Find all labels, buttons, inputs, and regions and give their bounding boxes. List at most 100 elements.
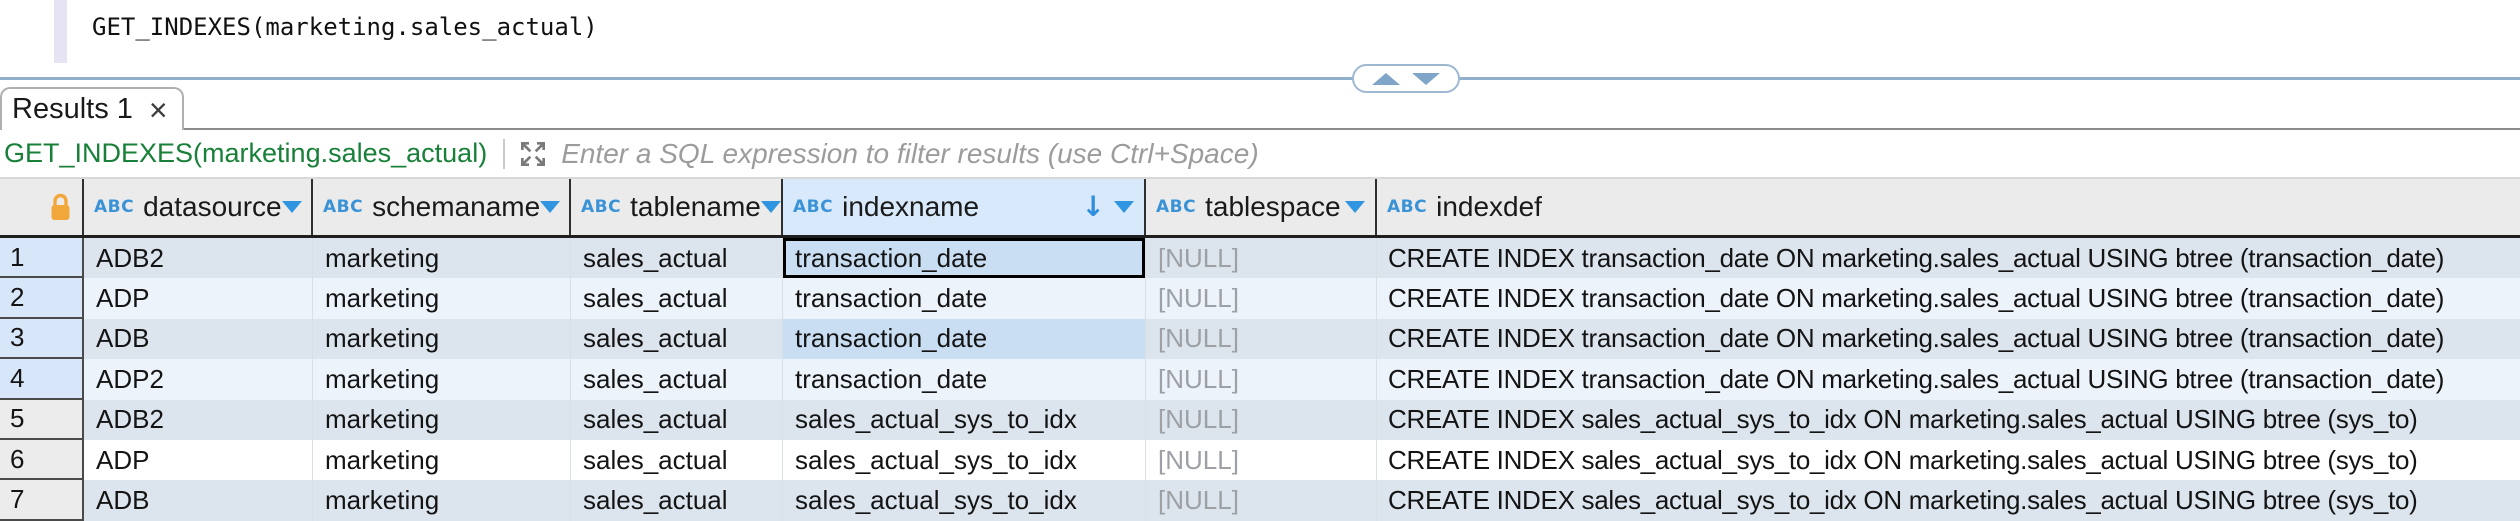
collapse-up-icon[interactable] xyxy=(1372,73,1400,85)
column-label: datasource xyxy=(143,191,282,223)
string-type-icon: ABC xyxy=(323,197,363,217)
cell-indexdef[interactable]: CREATE INDEX sales_actual_sys_to_idx ON … xyxy=(1377,480,2520,520)
table-row[interactable]: 3ADBmarketingsales_actualtransaction_dat… xyxy=(0,319,2520,359)
cell-tablespace[interactable]: [NULL] xyxy=(1146,278,1377,318)
column-header-indexdef[interactable]: ABC indexdef xyxy=(1377,179,2520,235)
row-number-cell[interactable]: 3 xyxy=(0,319,84,359)
cell-datasource[interactable]: ADB2 xyxy=(84,238,313,278)
column-filter-arrow-icon[interactable] xyxy=(540,201,560,213)
cell-indexname[interactable]: sales_actual_sys_to_idx xyxy=(783,480,1146,520)
cell-schemaname[interactable]: marketing xyxy=(313,319,571,359)
string-type-icon: ABC xyxy=(1156,197,1196,217)
cell-indexname[interactable]: transaction_date xyxy=(783,278,1146,318)
cell-schemaname[interactable]: marketing xyxy=(313,359,571,399)
cell-tablename[interactable]: sales_actual xyxy=(571,400,783,440)
executed-query-label[interactable]: GET_INDEXES(marketing.sales_actual) xyxy=(4,138,487,169)
sash-collapse-handle[interactable] xyxy=(1352,64,1460,93)
cell-datasource[interactable]: ADP xyxy=(84,440,313,480)
sql-query-text[interactable]: GET_INDEXES(marketing.sales_actual) xyxy=(92,13,598,41)
column-label: indexname xyxy=(842,191,979,223)
cell-tablename[interactable]: sales_actual xyxy=(571,319,783,359)
collapse-down-icon[interactable] xyxy=(1412,73,1440,85)
cell-tablename[interactable]: sales_actual xyxy=(571,278,783,318)
results-grid: 1ADB2marketingsales_actualtransaction_da… xyxy=(0,238,2520,521)
row-number-cell[interactable]: 1 xyxy=(0,238,84,278)
cell-tablename[interactable]: sales_actual xyxy=(571,238,783,278)
column-header-tablename[interactable]: ABC tablename xyxy=(571,179,783,235)
table-row[interactable]: 2ADPmarketingsales_actualtransaction_dat… xyxy=(0,278,2520,318)
cell-schemaname[interactable]: marketing xyxy=(313,278,571,318)
sort-descending-icon[interactable]: ↓ xyxy=(1082,193,1105,221)
cell-tablespace[interactable]: [NULL] xyxy=(1146,440,1377,480)
cell-tablename[interactable]: sales_actual xyxy=(571,480,783,520)
cell-indexdef[interactable]: CREATE INDEX transaction_date ON marketi… xyxy=(1377,238,2520,278)
column-label: schemaname xyxy=(372,191,540,223)
cell-tablespace[interactable]: [NULL] xyxy=(1146,480,1377,520)
cell-indexdef[interactable]: CREATE INDEX transaction_date ON marketi… xyxy=(1377,359,2520,399)
expand-filter-icon[interactable] xyxy=(517,138,549,170)
cell-datasource[interactable]: ADB xyxy=(84,319,313,359)
row-number-cell[interactable]: 2 xyxy=(0,278,84,318)
table-row[interactable]: 1ADB2marketingsales_actualtransaction_da… xyxy=(0,238,2520,278)
cell-indexname[interactable]: sales_actual_sys_to_idx xyxy=(783,400,1146,440)
string-type-icon: ABC xyxy=(1387,197,1427,217)
result-filter-bar: GET_INDEXES(marketing.sales_actual) Ente… xyxy=(0,130,2520,179)
readonly-lock-icon xyxy=(49,193,72,222)
filter-expression-input[interactable]: Enter a SQL expression to filter results… xyxy=(561,138,1258,170)
cell-indexname[interactable]: transaction_date xyxy=(783,319,1146,359)
cell-indexdef[interactable]: CREATE INDEX transaction_date ON marketi… xyxy=(1377,278,2520,318)
row-number-cell[interactable]: 6 xyxy=(0,440,84,480)
column-header-schemaname[interactable]: ABC schemaname xyxy=(313,179,571,235)
sql-editor[interactable]: GET_INDEXES(marketing.sales_actual) xyxy=(0,0,2520,77)
cell-tablespace[interactable]: [NULL] xyxy=(1146,359,1377,399)
table-row[interactable]: 6ADPmarketingsales_actualsales_actual_sy… xyxy=(0,440,2520,480)
tab-results-1[interactable]: Results 1 × xyxy=(0,87,184,130)
column-header-indexname[interactable]: ABC indexname ↓ xyxy=(783,179,1146,235)
tab-bar-divider xyxy=(157,128,2520,130)
cell-tablespace[interactable]: [NULL] xyxy=(1146,238,1377,278)
row-number-cell[interactable]: 4 xyxy=(0,359,84,399)
tab-label: Results 1 xyxy=(12,93,133,126)
row-number-cell[interactable]: 7 xyxy=(0,480,84,520)
table-row[interactable]: 7ADBmarketingsales_actualsales_actual_sy… xyxy=(0,480,2520,520)
cell-schemaname[interactable]: marketing xyxy=(313,480,571,520)
cell-indexdef[interactable]: CREATE INDEX transaction_date ON marketi… xyxy=(1377,319,2520,359)
column-filter-arrow-icon[interactable] xyxy=(282,201,302,213)
cell-tablespace[interactable]: [NULL] xyxy=(1146,319,1377,359)
column-filter-arrow-icon[interactable] xyxy=(1345,201,1365,213)
column-header-datasource[interactable]: ABC datasource xyxy=(84,179,313,235)
cell-schemaname[interactable]: marketing xyxy=(313,440,571,480)
cell-datasource[interactable]: ADP xyxy=(84,278,313,318)
cell-datasource[interactable]: ADB xyxy=(84,480,313,520)
table-row[interactable]: 5ADB2marketingsales_actualsales_actual_s… xyxy=(0,400,2520,440)
grid-header: ABC datasource ABC schemaname ABC tablen… xyxy=(0,179,2520,238)
panel-sash[interactable] xyxy=(0,77,2520,80)
cell-tablename[interactable]: sales_actual xyxy=(571,359,783,399)
cell-schemaname[interactable]: marketing xyxy=(313,238,571,278)
cell-schemaname[interactable]: marketing xyxy=(313,400,571,440)
cell-indexdef[interactable]: CREATE INDEX sales_actual_sys_to_idx ON … xyxy=(1377,400,2520,440)
cell-tablename[interactable]: sales_actual xyxy=(571,440,783,480)
string-type-icon: ABC xyxy=(94,197,134,217)
cell-tablespace[interactable]: [NULL] xyxy=(1146,400,1377,440)
column-label: indexdef xyxy=(1436,191,1542,223)
tab-close-icon[interactable]: × xyxy=(149,94,168,126)
column-label: tablespace xyxy=(1205,191,1340,223)
cell-indexname[interactable]: transaction_date xyxy=(783,359,1146,399)
column-filter-arrow-icon[interactable] xyxy=(761,201,781,213)
string-type-icon: ABC xyxy=(793,197,833,217)
column-filter-arrow-icon[interactable] xyxy=(1114,201,1134,213)
cell-indexname[interactable]: sales_actual_sys_to_idx xyxy=(783,440,1146,480)
cell-indexdef[interactable]: CREATE INDEX sales_actual_sys_to_idx ON … xyxy=(1377,440,2520,480)
cell-indexname[interactable]: transaction_date xyxy=(783,238,1146,278)
string-type-icon: ABC xyxy=(581,197,621,217)
table-row[interactable]: 4ADP2marketingsales_actualtransaction_da… xyxy=(0,359,2520,399)
column-header-tablespace[interactable]: ABC tablespace xyxy=(1146,179,1377,235)
column-label: tablename xyxy=(630,191,761,223)
filter-separator xyxy=(503,139,505,169)
grid-corner-cell[interactable] xyxy=(0,179,84,235)
cell-datasource[interactable]: ADP2 xyxy=(84,359,313,399)
cell-datasource[interactable]: ADB2 xyxy=(84,400,313,440)
editor-annotation-strip xyxy=(54,0,67,63)
row-number-cell[interactable]: 5 xyxy=(0,400,84,440)
